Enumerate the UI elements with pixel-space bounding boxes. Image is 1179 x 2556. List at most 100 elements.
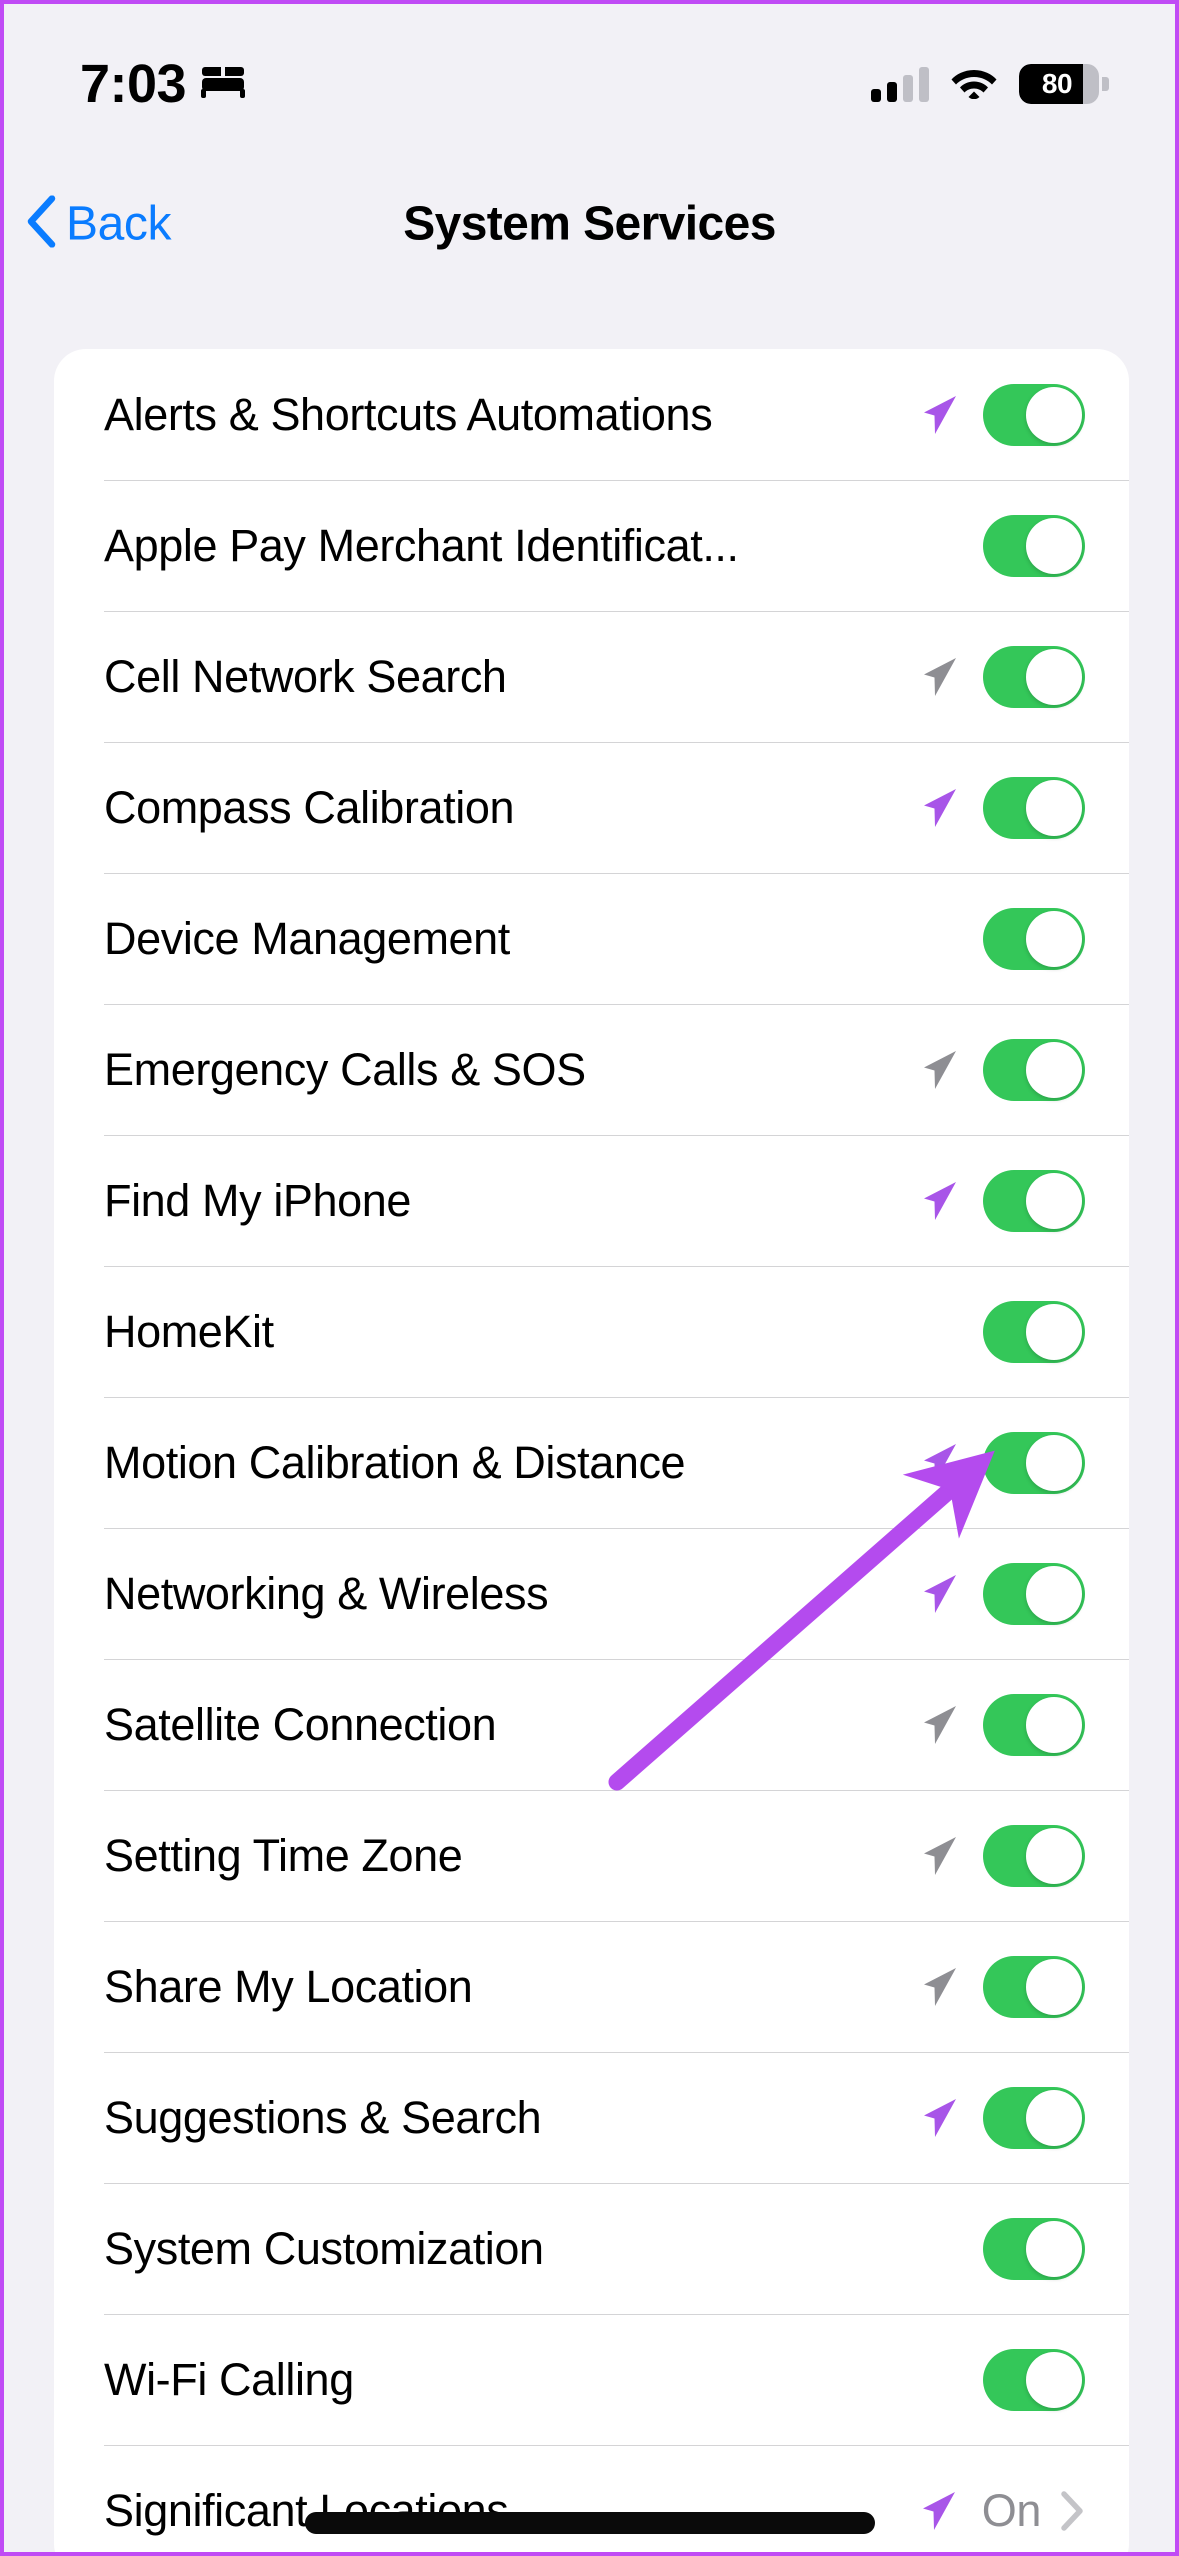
list-item-label: Wi-Fi Calling xyxy=(104,2353,354,2405)
toggle-knob xyxy=(1026,1172,1082,1229)
list-item-label: Compass Calibration xyxy=(104,781,515,833)
toggle-switch[interactable] xyxy=(983,1824,1085,1887)
list-item-label: Motion Calibration & Distance xyxy=(104,1436,686,1488)
list-item[interactable]: Motion Calibration & Distance xyxy=(54,1397,1129,1528)
toggle-knob xyxy=(1026,2089,1082,2146)
status-bar-right: 80 xyxy=(871,64,1109,104)
page-title: System Services xyxy=(403,197,776,251)
list-item[interactable]: Alerts & Shortcuts Automations xyxy=(54,349,1129,480)
toggle-switch[interactable] xyxy=(983,1169,1085,1232)
toggle-switch[interactable] xyxy=(983,514,1085,577)
toggle-knob xyxy=(1026,779,1082,836)
list-item-label: Alerts & Shortcuts Automations xyxy=(104,388,713,440)
list-item-label: Device Management xyxy=(104,912,510,964)
toggle-knob xyxy=(1026,1565,1082,1622)
toggle-knob xyxy=(1026,386,1082,443)
location-arrow-purple-icon xyxy=(913,2094,961,2142)
toggle-knob xyxy=(1026,1041,1082,1098)
list-item[interactable]: Compass Calibration xyxy=(54,742,1129,873)
location-arrow-gray-icon xyxy=(913,653,961,701)
list-item[interactable]: Share My Location xyxy=(54,1921,1129,2052)
navigation-bar: Back System Services xyxy=(4,164,1175,284)
list-item-label: Find My iPhone xyxy=(104,1174,412,1226)
toggle-switch[interactable] xyxy=(983,1955,1085,2018)
toggle-knob xyxy=(1026,2220,1082,2277)
bed-icon xyxy=(200,65,246,104)
battery-indicator: 80 xyxy=(1019,64,1109,104)
toggle-switch[interactable] xyxy=(983,383,1085,446)
home-indicator xyxy=(304,2512,875,2534)
list-item[interactable]: Cell Network Search xyxy=(54,611,1129,742)
location-arrow-placeholder xyxy=(913,2356,961,2404)
toggle-switch[interactable] xyxy=(983,1300,1085,1363)
battery-tip xyxy=(1102,77,1109,91)
cellular-signal-icon xyxy=(871,66,929,102)
list-item[interactable]: Networking & Wireless xyxy=(54,1528,1129,1659)
location-arrow-placeholder xyxy=(913,915,961,963)
toggle-knob xyxy=(1026,2351,1082,2408)
status-bar: 7:03 80 xyxy=(4,4,1175,164)
iphone-screen: 7:03 80 Back System Services Alerts & Sh… xyxy=(0,0,1179,2556)
toggle-knob xyxy=(1026,1827,1082,1884)
location-arrow-purple-icon xyxy=(913,391,961,439)
list-item-label: Suggestions & Search xyxy=(104,2091,542,2143)
list-item-label: Emergency Calls & SOS xyxy=(104,1043,586,1095)
toggle-knob xyxy=(1026,1958,1082,2015)
location-arrow-placeholder xyxy=(913,2225,961,2273)
location-arrow-gray-icon xyxy=(913,1701,961,1749)
list-item-label: Share My Location xyxy=(104,1960,473,2012)
toggle-knob xyxy=(1026,517,1082,574)
toggle-switch[interactable] xyxy=(983,2348,1085,2411)
list-item-label: Satellite Connection xyxy=(104,1698,497,1750)
list-item-label: HomeKit xyxy=(104,1305,274,1357)
toggle-knob xyxy=(1026,648,1082,705)
toggle-switch[interactable] xyxy=(983,1562,1085,1625)
system-services-list: Alerts & Shortcuts Automations Apple Pay … xyxy=(54,349,1129,2552)
location-arrow-purple-icon xyxy=(913,1177,961,1225)
location-arrow-purple-icon xyxy=(912,2487,960,2535)
list-item-label: System Customization xyxy=(104,2222,544,2274)
list-item-label: Networking & Wireless xyxy=(104,1567,549,1619)
chevron-right-icon xyxy=(1059,2490,1085,2532)
toggle-switch[interactable] xyxy=(983,1431,1085,1494)
list-item-label: Setting Time Zone xyxy=(104,1829,463,1881)
status-bar-clock: 7:03 xyxy=(80,54,187,114)
toggle-knob xyxy=(1026,1696,1082,1753)
location-arrow-gray-icon xyxy=(913,1046,961,1094)
toggle-switch[interactable] xyxy=(983,2086,1085,2149)
list-item[interactable]: Find My iPhone xyxy=(54,1135,1129,1266)
toggle-switch[interactable] xyxy=(983,1038,1085,1101)
location-arrow-placeholder xyxy=(913,522,961,570)
toggle-switch[interactable] xyxy=(983,1693,1085,1756)
list-item[interactable]: Satellite Connection xyxy=(54,1659,1129,1790)
list-item-label: Apple Pay Merchant Identificat... xyxy=(104,519,739,571)
location-arrow-placeholder xyxy=(913,1308,961,1356)
battery-percent-label: 80 xyxy=(1041,68,1073,99)
list-item[interactable]: Apple Pay Merchant Identificat... xyxy=(54,480,1129,611)
toggle-knob xyxy=(1026,1303,1082,1360)
toggle-switch[interactable] xyxy=(983,2217,1085,2280)
list-item[interactable]: System Customization xyxy=(54,2183,1129,2314)
toggle-knob xyxy=(1026,910,1082,967)
location-arrow-purple-icon xyxy=(913,1570,961,1618)
toggle-switch[interactable] xyxy=(983,907,1085,970)
list-item[interactable]: Significant Locations On xyxy=(54,2445,1129,2552)
list-item[interactable]: Wi-Fi Calling xyxy=(54,2314,1129,2445)
list-item[interactable]: Suggestions & Search xyxy=(54,2052,1129,2183)
location-arrow-gray-icon xyxy=(913,1963,961,2011)
location-arrow-purple-icon xyxy=(913,1439,961,1487)
list-item[interactable]: Emergency Calls & SOS xyxy=(54,1004,1129,1135)
status-bar-left: 7:03 xyxy=(80,57,246,111)
list-item[interactable]: Setting Time Zone xyxy=(54,1790,1129,1921)
list-item-value: On xyxy=(981,2484,1042,2536)
location-arrow-purple-icon xyxy=(913,784,961,832)
toggle-switch[interactable] xyxy=(983,645,1085,708)
list-item-label: Cell Network Search xyxy=(104,650,507,702)
toggle-knob xyxy=(1026,1434,1082,1491)
battery-body: 80 xyxy=(1019,64,1099,104)
list-item[interactable]: HomeKit xyxy=(54,1266,1129,1397)
list-item[interactable]: Device Management xyxy=(54,873,1129,1004)
wifi-icon xyxy=(951,65,997,104)
toggle-switch[interactable] xyxy=(983,776,1085,839)
location-arrow-gray-icon xyxy=(913,1832,961,1880)
